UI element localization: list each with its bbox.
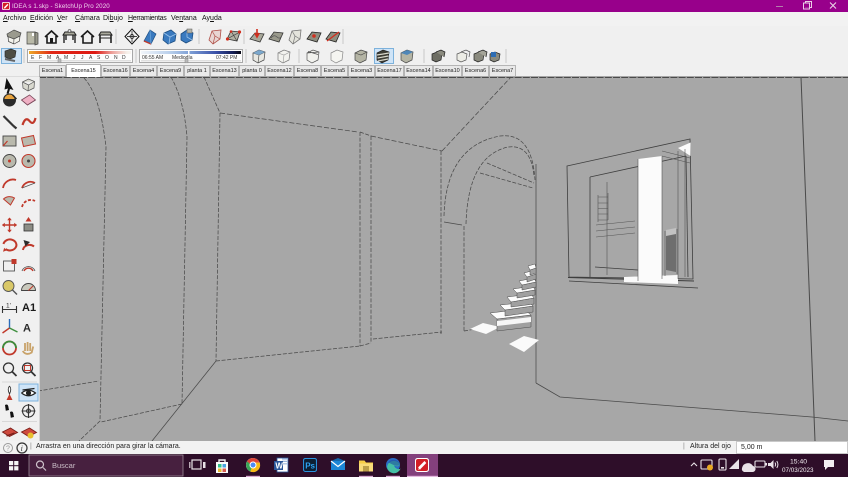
svg-text:Buscar: Buscar: [52, 461, 76, 470]
svg-text:06:55 AM: 06:55 AM: [142, 55, 163, 61]
svg-text:?: ?: [6, 446, 10, 453]
svg-text:N: N: [114, 55, 118, 61]
svg-text:W: W: [275, 461, 283, 470]
svg-text:1': 1': [6, 303, 11, 310]
svg-text:15:40: 15:40: [790, 459, 807, 466]
svg-text:A1: A1: [22, 302, 36, 314]
svg-text:D: D: [122, 55, 126, 61]
svg-text:Ps: Ps: [305, 462, 315, 471]
svg-text:07/03/2023: 07/03/2023: [782, 467, 814, 474]
svg-text:A: A: [23, 323, 31, 335]
svg-text:O: O: [105, 55, 109, 61]
svg-text:M: M: [64, 55, 68, 61]
svg-text:Mediodía: Mediodía: [172, 55, 193, 61]
svg-text:07:42 PM: 07:42 PM: [216, 55, 237, 61]
svg-text:F: F: [39, 55, 42, 61]
svg-text:i: i: [21, 444, 23, 453]
svg-text:M: M: [47, 55, 51, 61]
